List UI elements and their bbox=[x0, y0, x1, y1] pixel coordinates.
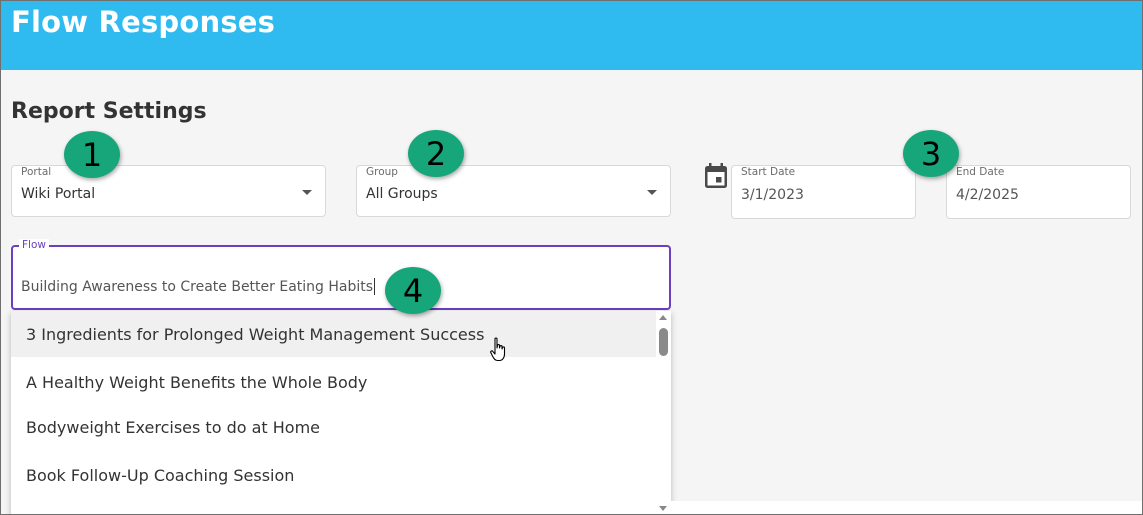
end-date-label: End Date bbox=[956, 166, 1005, 178]
start-date-value: 3/1/2023 bbox=[741, 187, 804, 203]
portal-select[interactable]: Portal Wiki Portal bbox=[11, 165, 326, 217]
scrollbar-thumb[interactable] bbox=[659, 328, 668, 356]
group-label: Group bbox=[366, 166, 398, 178]
text-caret bbox=[374, 278, 376, 295]
caret-down-icon bbox=[647, 190, 657, 195]
end-date-value: 4/2/2025 bbox=[956, 187, 1019, 203]
calendar-icon[interactable] bbox=[703, 162, 729, 190]
page-title: Flow Responses bbox=[11, 5, 276, 39]
flow-option[interactable]: A Healthy Weight Benefits the Whole Body bbox=[11, 359, 656, 405]
scroll-down-icon[interactable] bbox=[659, 506, 667, 511]
flow-input-field[interactable]: Flow Building Awareness to Create Better… bbox=[11, 239, 671, 310]
group-select[interactable]: Group All Groups bbox=[356, 165, 671, 217]
callout-badge-3: 3 bbox=[903, 130, 959, 177]
flow-input[interactable]: Building Awareness to Create Better Eati… bbox=[21, 278, 376, 295]
scroll-up-icon[interactable] bbox=[659, 315, 667, 320]
flow-options-list[interactable]: 3 Ingredients for Prolonged Weight Manag… bbox=[11, 311, 671, 514]
callout-badge-2: 2 bbox=[408, 130, 464, 177]
flow-option[interactable]: Bodyweight Exercises to do at Home bbox=[11, 404, 656, 450]
flow-option[interactable]: Book Follow-Up Coaching Session bbox=[11, 452, 656, 498]
scrollbar[interactable] bbox=[656, 311, 671, 514]
flow-input-text: Building Awareness to Create Better Eati… bbox=[21, 278, 374, 295]
page-content-edge bbox=[671, 501, 1142, 514]
caret-down-icon bbox=[302, 190, 312, 195]
start-date-field[interactable]: Start Date 3/1/2023 bbox=[731, 165, 916, 219]
callout-badge-4: 4 bbox=[385, 267, 441, 314]
flow-label: Flow bbox=[19, 239, 49, 251]
hand-pointer-icon bbox=[490, 337, 506, 362]
end-date-field[interactable]: End Date 4/2/2025 bbox=[946, 165, 1131, 219]
flow-option[interactable]: 3 Ingredients for Prolonged Weight Manag… bbox=[11, 311, 656, 357]
group-value: All Groups bbox=[366, 186, 438, 202]
header-bar: Flow Responses bbox=[1, 1, 1142, 70]
start-date-label: Start Date bbox=[741, 166, 796, 178]
portal-label: Portal bbox=[21, 166, 52, 178]
report-settings-heading: Report Settings bbox=[11, 99, 207, 124]
portal-value: Wiki Portal bbox=[21, 186, 96, 202]
callout-badge-1: 1 bbox=[64, 131, 120, 178]
app-frame: Flow Responses Report Settings Portal Wi… bbox=[0, 0, 1143, 515]
